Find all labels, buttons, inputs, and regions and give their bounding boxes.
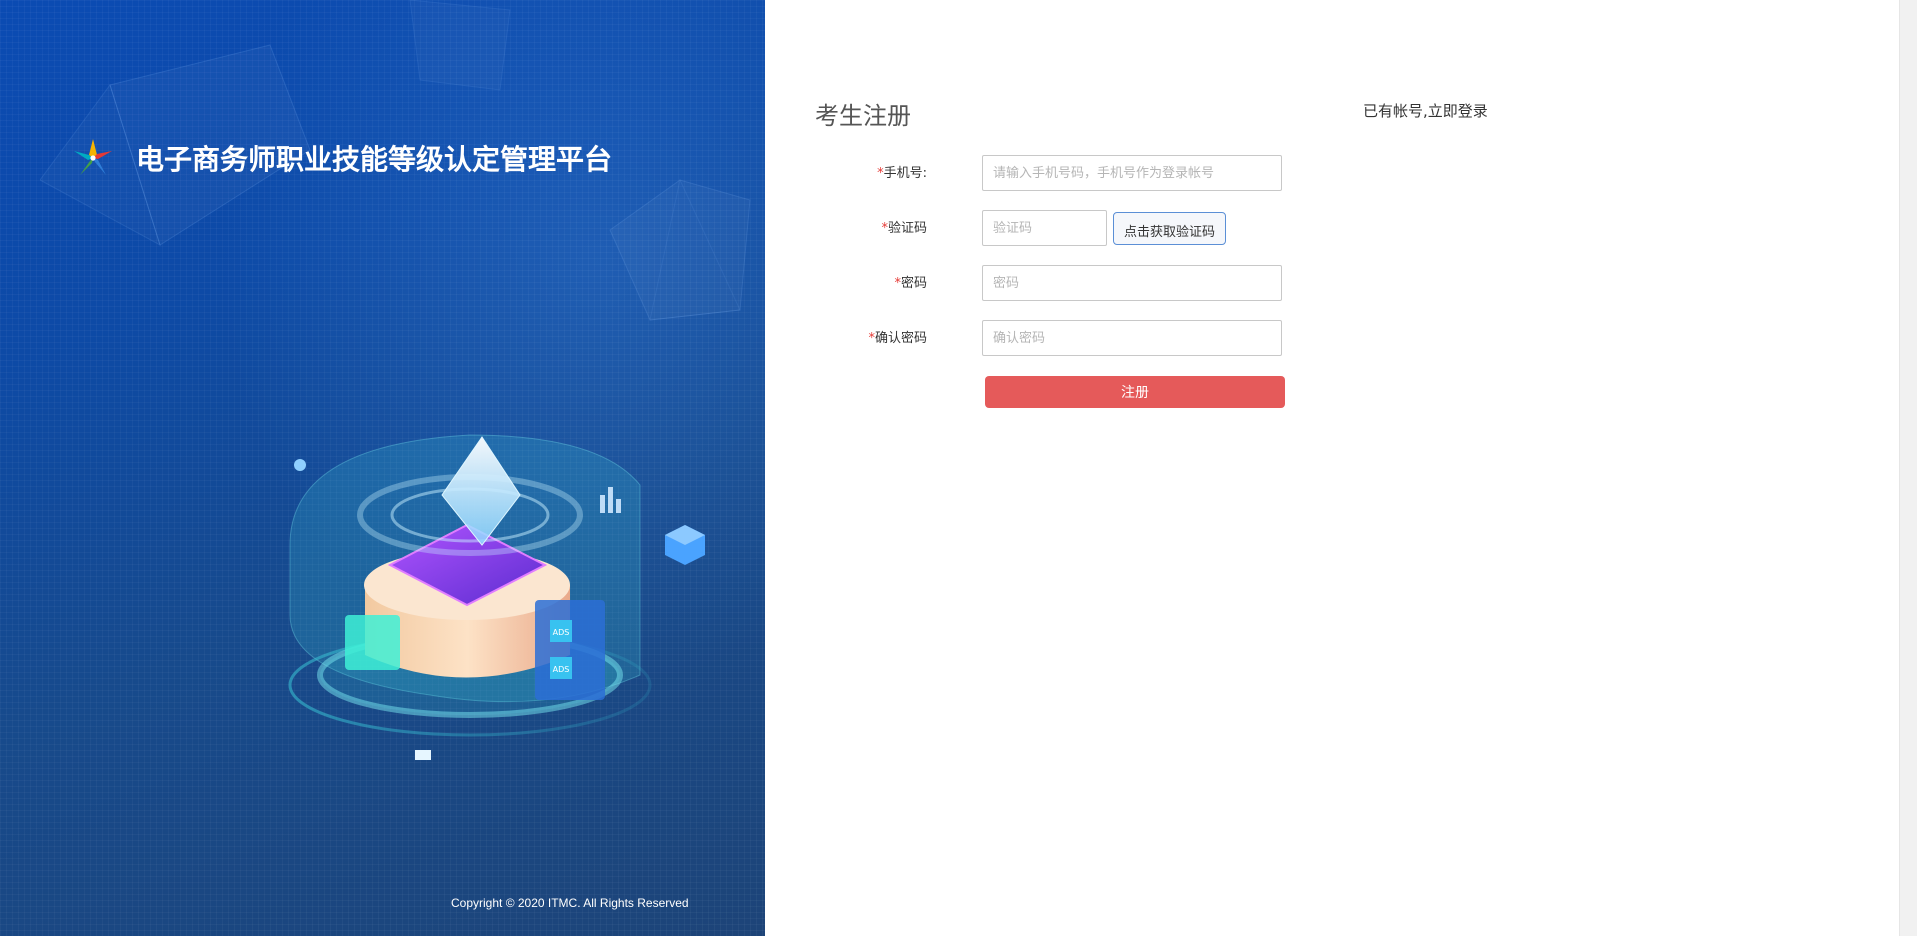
ads-label-2: ADS	[553, 665, 570, 674]
decorative-polygon-right	[609, 178, 751, 321]
phone-input[interactable]	[982, 155, 1282, 191]
colorful-star-logo-icon	[74, 139, 112, 175]
password-input[interactable]	[982, 265, 1282, 301]
code-row: *验证码 点击获取验证码	[765, 210, 1465, 246]
brand-header: 电子商务师职业技能等级认定管理平台	[70, 135, 612, 181]
platform-title: 电子商务师职业技能等级认定管理平台	[136, 143, 613, 176]
registration-form-panel: 考生注册 已有帐号,立即登录 *手机号: *验证码 点击获取验证码 *密码 *确…	[765, 0, 1899, 936]
login-link[interactable]: 已有帐号,立即登录	[1363, 100, 1488, 121]
brand-panel: 电子商务师职业技能等级认定管理平台 ADS ADS Copyright © 20…	[0, 0, 765, 936]
ads-label-1: ADS	[553, 628, 570, 637]
confirm-password-label-text: 确认密码	[874, 331, 927, 346]
verification-code-input[interactable]	[982, 210, 1107, 246]
confirm-password-input[interactable]	[982, 320, 1282, 356]
copyright-text: Copyright © 2020 ITMC. All Rights Reserv…	[451, 896, 689, 910]
form-title: 考生注册	[815, 102, 911, 130]
code-label: *验证码	[881, 217, 927, 236]
phone-label: *手机号:	[877, 162, 927, 181]
scrollbar-track[interactable]	[1899, 0, 1917, 936]
decorative-polygon-top	[40, 0, 511, 247]
phone-row: *手机号:	[765, 155, 1465, 191]
password-row: *密码	[765, 265, 1465, 301]
password-label: *密码	[894, 272, 927, 291]
register-button[interactable]: 注册	[985, 376, 1285, 408]
phone-label-text: 手机号:	[883, 166, 927, 181]
registration-page: 电子商务师职业技能等级认定管理平台 ADS ADS Copyright © 20…	[0, 0, 1917, 936]
confirm-password-label: *确认密码	[868, 327, 927, 346]
confirm-password-row: *确认密码	[765, 320, 1465, 356]
isometric-data-illustration: ADS ADS	[288, 434, 705, 760]
get-code-button[interactable]: 点击获取验证码	[1113, 212, 1226, 245]
code-label-text: 验证码	[887, 221, 927, 236]
password-label-text: 密码	[900, 276, 927, 291]
